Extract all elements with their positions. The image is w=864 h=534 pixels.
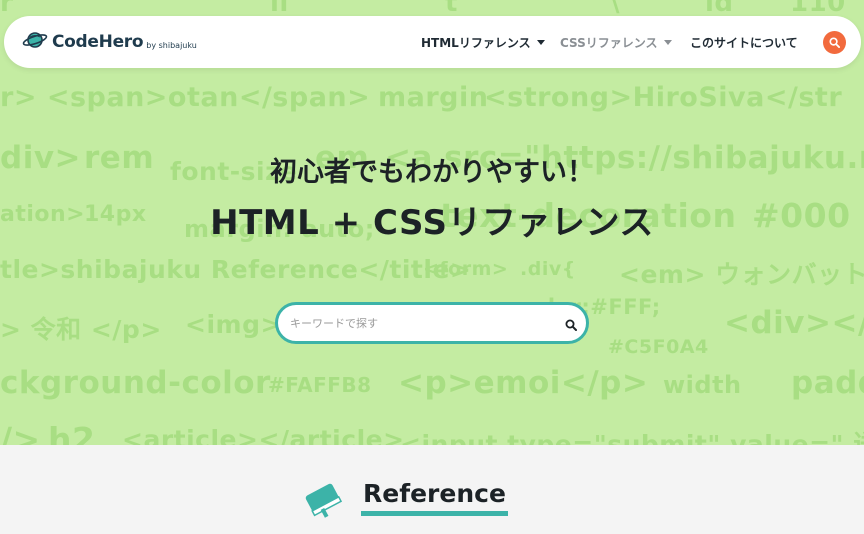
- background-code-snippet: />: [0, 420, 41, 445]
- logo-name: CodeHero: [52, 32, 144, 52]
- search-icon: [829, 33, 840, 52]
- reference-section: Reference: [0, 445, 864, 534]
- background-code-snippet: r> <span>otan</span>: [0, 82, 371, 113]
- background-code-snippet: <input type="submit" value=" 送: [400, 430, 864, 445]
- nav-css-label: CSSリファレンス: [560, 35, 658, 50]
- background-code-snippet: <em> ウォンバット </: [619, 260, 864, 289]
- reference-heading: Reference: [361, 479, 508, 516]
- background-code-snippet: h2: [48, 420, 96, 445]
- background-code-snippet: <strong>HiroSiva</str: [484, 82, 843, 113]
- background-code-snippet: padd: [791, 365, 864, 401]
- nav-html-label: HTMLリファレンス: [421, 35, 531, 50]
- logo-byline: by shibajuku: [146, 41, 197, 50]
- search-input[interactable]: [290, 305, 550, 341]
- planet-logo-icon: [22, 29, 48, 55]
- hero-subtitle: 初心者でもわかりやすい！: [270, 157, 594, 188]
- background-code-snippet: <div></d: [724, 305, 864, 341]
- site-header: CodeHero by shibajuku HTMLリファレンス CSSリファレ…: [4, 16, 861, 68]
- book-icon: [302, 480, 346, 522]
- background-code-snippet: <form>: [423, 258, 509, 280]
- site-logo[interactable]: CodeHero by shibajuku: [22, 29, 197, 55]
- background-code-snippet: #FAFFB8: [268, 373, 372, 397]
- background-code-snippet: .div{: [520, 258, 576, 280]
- background-code-snippet: #C5F0A4: [608, 336, 709, 358]
- background-code-snippet: <p>emoi</p>: [398, 365, 649, 401]
- background-code-snippet: <img>: [185, 310, 282, 339]
- background-code-snippet: <article></article>: [122, 425, 405, 445]
- nav-css-reference[interactable]: CSSリファレンス: [560, 16, 672, 68]
- header-search-button[interactable]: [823, 31, 846, 54]
- search-icon[interactable]: [565, 316, 577, 335]
- chevron-down-icon: [663, 39, 672, 45]
- nav-html-reference[interactable]: HTMLリファレンス: [421, 16, 545, 68]
- chevron-down-icon: [536, 39, 545, 45]
- background-code-snippet: width: [663, 371, 742, 399]
- background-code-snippet: margin: [378, 82, 489, 113]
- search-form: [275, 302, 589, 344]
- background-code-snippet: ckground-color: [0, 365, 271, 401]
- hero-title: HTML + CSSリファレンス: [210, 203, 654, 243]
- nav-about[interactable]: このサイトについて: [690, 16, 798, 68]
- background-code-snippet: > 令和 </p>: [0, 315, 162, 344]
- nav-about-label: このサイトについて: [690, 35, 798, 50]
- background-code-snippet: r: [0, 0, 14, 18]
- background-code-snippet: tle>shibajuku Reference</title>: [0, 255, 472, 284]
